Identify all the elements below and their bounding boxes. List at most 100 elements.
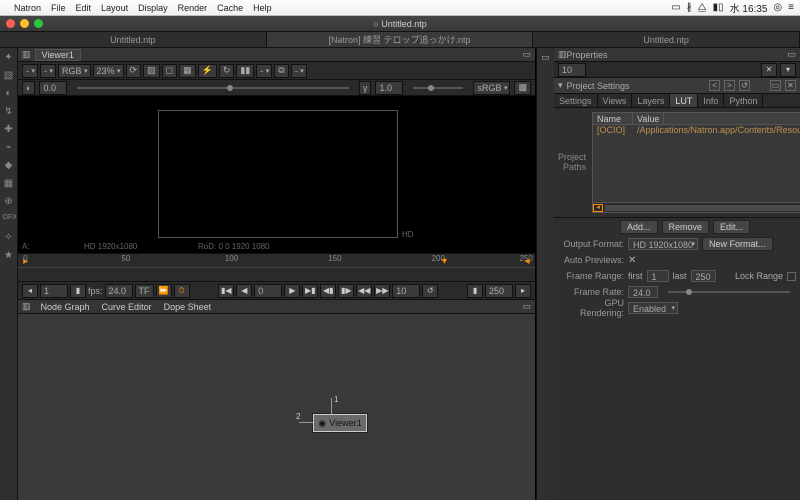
first-frame-button[interactable]: ▮◀ <box>218 284 234 298</box>
zoom-window[interactable] <box>34 19 43 28</box>
tool-icon[interactable]: ✧ <box>3 232 15 244</box>
tab-lut[interactable]: LUT <box>670 94 698 107</box>
gamma-slider[interactable] <box>413 87 463 89</box>
tool-icon[interactable]: ▭ <box>541 52 550 63</box>
tool-icon[interactable]: ✦ <box>3 52 15 64</box>
help-icon[interactable]: ▭ <box>770 80 781 91</box>
tool-icon[interactable]: ▦ <box>3 178 15 190</box>
loop-icon[interactable]: ↺ <box>422 284 438 298</box>
menu-edit[interactable]: Edit <box>76 3 92 13</box>
current-frame-input[interactable]: 0 <box>254 284 282 298</box>
prev-key-button[interactable]: ◀▮ <box>320 284 336 298</box>
edit-button[interactable]: Edit... <box>713 220 750 234</box>
layer-select[interactable]: - <box>22 64 38 78</box>
undo-icon[interactable]: < <box>709 80 720 91</box>
clear-all-button[interactable]: ✕ <box>761 63 777 77</box>
gamma-input[interactable]: 1.0 <box>375 81 403 95</box>
last-frame-input[interactable]: 250 <box>485 284 513 298</box>
tool-icon[interactable]: ↯ <box>3 106 15 118</box>
tool-icon[interactable]: ◐ <box>3 88 15 100</box>
set-in-icon[interactable]: ◂ <box>22 284 38 298</box>
scrollbar[interactable] <box>605 205 800 211</box>
app-name[interactable]: Natron <box>14 3 41 13</box>
float-icon[interactable]: ▥ <box>22 301 31 312</box>
doc-tab[interactable]: [Natron] 練習 テロップ追っかけ.ntp <box>267 32 534 47</box>
colorspace-select[interactable]: sRGB <box>473 81 510 95</box>
section-header[interactable]: ▾ Project Settings < > ↺ ▭ ✕ <box>554 78 800 94</box>
airplay-icon[interactable]: ▭ <box>671 2 680 13</box>
tab-views[interactable]: Views <box>598 94 633 107</box>
set-out-icon[interactable]: ▸ <box>515 284 531 298</box>
first-input[interactable]: 1 <box>647 270 669 282</box>
out-icon[interactable]: ▮ <box>467 284 483 298</box>
minimize-all-button[interactable]: ▾ <box>780 63 796 77</box>
tool-icon[interactable]: ✚ <box>3 124 15 136</box>
doc-tab[interactable]: Untitled.ntp <box>0 32 267 47</box>
tab-info[interactable]: Info <box>698 94 724 107</box>
out-marker-icon[interactable]: ◂ <box>525 256 530 267</box>
frame-rate-input[interactable]: 24.0 <box>628 286 658 298</box>
tool-ofx[interactable]: OFX <box>3 214 15 226</box>
node-input-1[interactable] <box>331 398 332 414</box>
new-format-button[interactable]: New Format... <box>702 237 773 251</box>
gamma-icon[interactable]: γ <box>359 81 372 95</box>
channels-select[interactable]: RGB <box>58 64 91 78</box>
gain-input[interactable]: 0.0 <box>39 81 67 95</box>
menu-file[interactable]: File <box>51 3 66 13</box>
spotlight-icon[interactable]: ◎ <box>773 2 782 13</box>
wipe-icon[interactable]: ⧉ <box>274 64 288 78</box>
last-input[interactable]: 250 <box>691 270 716 282</box>
tool-icon[interactable]: ★ <box>3 250 15 262</box>
zoom-select[interactable]: 23% <box>93 64 124 78</box>
menu-layout[interactable]: Layout <box>101 3 128 13</box>
tab-python[interactable]: Python <box>724 94 763 107</box>
doc-tab[interactable]: Untitled.ntp <box>533 32 800 47</box>
checker-icon[interactable]: ▩ <box>514 81 531 95</box>
clip-icon[interactable]: ▧ <box>143 64 160 78</box>
refresh-icon[interactable]: ↻ <box>219 64 235 78</box>
tc-icon[interactable]: ⏱ <box>174 284 190 298</box>
collapse-icon[interactable]: ▾ <box>558 80 563 91</box>
marker-icon[interactable]: ▾ <box>442 256 447 267</box>
notifications-icon[interactable]: ≡ <box>788 2 794 13</box>
tab-layers[interactable]: Layers <box>632 94 670 107</box>
sync-icon[interactable]: ⟳ <box>126 64 142 78</box>
max-panels-input[interactable]: 10 <box>558 63 586 77</box>
tool-icon[interactable]: ▧ <box>3 70 15 82</box>
menu-render[interactable]: Render <box>178 3 208 13</box>
gain-slider[interactable] <box>77 87 349 89</box>
node-graph[interactable]: ◉ Viewer1 <box>18 314 535 500</box>
col-name[interactable]: Name <box>593 113 633 124</box>
fullframe-icon[interactable]: ◻ <box>162 64 177 78</box>
minimize-window[interactable] <box>20 19 29 28</box>
gpu-select[interactable]: Enabled <box>628 302 678 314</box>
scroll-left-icon[interactable]: ◂ <box>593 204 603 212</box>
float-icon[interactable]: ▥ <box>558 49 567 60</box>
close-window[interactable] <box>6 19 15 28</box>
step-input[interactable]: 10 <box>392 284 420 298</box>
turbo-icon[interactable]: ⏩ <box>156 284 172 298</box>
lock-range-checkbox[interactable] <box>787 272 796 281</box>
tab-curveeditor[interactable]: Curve Editor <box>100 302 154 312</box>
in-icon[interactable]: ▮ <box>70 284 86 298</box>
frame-rate-slider[interactable] <box>668 291 790 293</box>
input-a[interactable]: - <box>256 64 272 78</box>
tab-dopesheet[interactable]: Dope Sheet <box>162 302 214 312</box>
output-format-select[interactable]: HD 1920x1080 <box>628 238 698 250</box>
paths-table[interactable]: Name Value [OCIO] /Applications/Natron.a… <box>592 112 800 213</box>
table-row[interactable]: [OCIO] /Applications/Natron.app/Contents… <box>593 125 800 137</box>
pane-menu-icon[interactable]: ▭ <box>522 301 531 312</box>
node-input-2[interactable] <box>299 422 313 423</box>
first-frame-input[interactable]: 1 <box>40 284 68 298</box>
viewer-node[interactable]: ◉ Viewer1 <box>313 414 367 432</box>
add-button[interactable]: Add... <box>620 220 658 234</box>
viewer-canvas[interactable]: A: HD 1920x1080 RoD: 0 0 1920 1080 HD <box>18 96 535 254</box>
clock[interactable]: 水 16:35 <box>730 0 768 15</box>
menu-help[interactable]: Help <box>253 3 272 13</box>
bluetooth-icon[interactable]: ∦ <box>687 2 692 13</box>
pane-menu-icon[interactable]: ▭ <box>522 49 531 60</box>
pane-menu-icon[interactable]: ▭ <box>787 49 796 60</box>
alpha-select[interactable]: - <box>40 64 56 78</box>
tool-icon[interactable]: ⌁ <box>3 142 15 154</box>
tab-nodegraph[interactable]: Node Graph <box>39 302 92 312</box>
